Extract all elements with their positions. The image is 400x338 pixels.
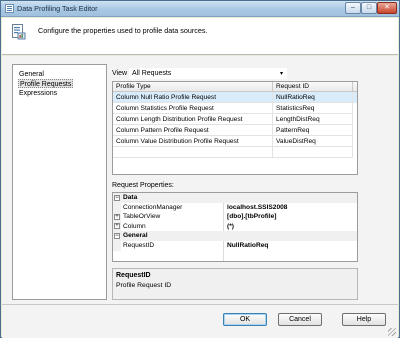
nav-item-expressions[interactable]: Expressions [18,89,58,98]
nav-item-profile-requests[interactable]: Profile Requests [18,79,74,88]
request-id-cell[interactable]: LengthDistReq [273,114,353,125]
app-icon [5,4,14,13]
profile-type-cell-empty[interactable] [113,147,273,158]
column-header-profile-type[interactable]: Profile Type [113,82,273,92]
table-row[interactable]: Column Pattern Profile Request PatternRe… [113,125,357,136]
dialog-window: Data Profiling Task Editor – □ ✕ Configu… [0,0,400,338]
cancel-button[interactable]: Cancel [278,313,322,326]
view-dropdown-value: All Requests [132,70,172,77]
description-title: RequestID [116,272,151,279]
property-description-panel: RequestID Profile Request ID [112,268,358,300]
property-value[interactable]: NullRatioReq [227,241,268,251]
view-label: View [112,70,128,77]
nav-item-general[interactable]: General [18,70,45,79]
property-value[interactable]: localhost.SSIS2008 [227,203,287,213]
property-value[interactable]: (*) [227,222,234,232]
property-row-connectionmanager[interactable]: ConnectionManager localhost.SSIS2008 [113,202,357,213]
collapse-icon[interactable]: − [114,232,120,239]
table-row[interactable]: Column Length Distribution Profile Reque… [113,114,357,125]
property-name: RequestID [123,242,155,249]
property-grid: − Data ConnectionManager localhost.SSIS2… [112,192,358,262]
profile-type-cell[interactable]: Column Length Distribution Profile Reque… [113,114,273,125]
table-row[interactable]: Column Statistics Profile Request Statis… [113,103,357,114]
profile-type-cell[interactable]: Column Null Ratio Profile Request [113,92,273,103]
property-row-requestid[interactable]: RequestID NullRatioReq [113,241,357,251]
expand-icon[interactable]: + [114,213,120,220]
profile-type-cell[interactable]: Column Value Distribution Profile Reques… [113,136,273,147]
grid-header: Profile Type Request ID [113,82,357,92]
window-title: Data Profiling Task Editor [17,4,98,13]
profiler-icon [12,24,26,40]
request-properties-caption: Request Properties: [112,182,174,189]
category-label: Data [123,194,138,201]
property-row-tableorview[interactable]: + TableOrView [dbo].[tbProfile] [113,212,357,222]
nav-list: General Profile Requests Expressions [12,64,107,300]
close-button[interactable]: ✕ [377,2,397,14]
chevron-down-icon[interactable]: ▾ [280,69,283,79]
property-value[interactable]: [dbo].[tbProfile] [227,212,276,222]
table-row-empty[interactable] [113,147,357,158]
property-name: TableOrView [123,213,161,221]
table-row[interactable]: Column Null Ratio Profile Request NullRa… [113,92,357,103]
request-id-cell[interactable]: ValueDistReq [273,136,353,147]
property-name: ConnectionManager [123,203,183,211]
expand-icon[interactable]: + [114,223,120,230]
request-id-cell-empty[interactable] [273,147,353,158]
request-id-cell[interactable]: StatisticsReq [273,103,353,114]
description-text: Profile Request ID [116,282,172,289]
property-row-column[interactable]: + Column (*) [113,221,357,232]
button-bar: OK Cancel Help [2,305,398,338]
table-row[interactable]: Column Value Distribution Profile Reques… [113,136,357,147]
category-label: General [123,232,148,240]
maximize-button[interactable]: □ [361,2,377,14]
minimize-button[interactable]: – [345,2,361,14]
column-header-request-id[interactable]: Request ID [273,82,353,92]
property-category-general[interactable]: − General [113,231,357,241]
header-description: Configure the properties used to profile… [38,26,208,35]
profile-type-cell[interactable]: Column Pattern Profile Request [113,125,273,136]
requests-grid: Profile Type Request ID Column Null Rati… [112,81,358,175]
request-id-cell[interactable]: NullRatioReq [273,92,353,103]
profile-type-cell[interactable]: Column Statistics Profile Request [113,103,273,114]
help-button[interactable]: Help [342,313,386,326]
ok-button[interactable]: OK [223,313,267,326]
property-category-data[interactable]: − Data [113,193,357,203]
content-area: General Profile Requests Expressions Vie… [2,56,398,304]
request-id-cell[interactable]: PatternReq [273,125,353,136]
profile-requests-panel: View All Requests ▾ Profile Type Request… [112,64,358,300]
view-dropdown[interactable]: All Requests ▾ [129,68,287,79]
collapse-icon[interactable]: − [114,194,120,201]
resize-grip-icon[interactable] [388,328,396,336]
header-panel: Configure the properties used to profile… [2,18,398,55]
property-name: Column [123,222,146,230]
title-bar[interactable]: Data Profiling Task Editor – □ ✕ [1,1,399,17]
